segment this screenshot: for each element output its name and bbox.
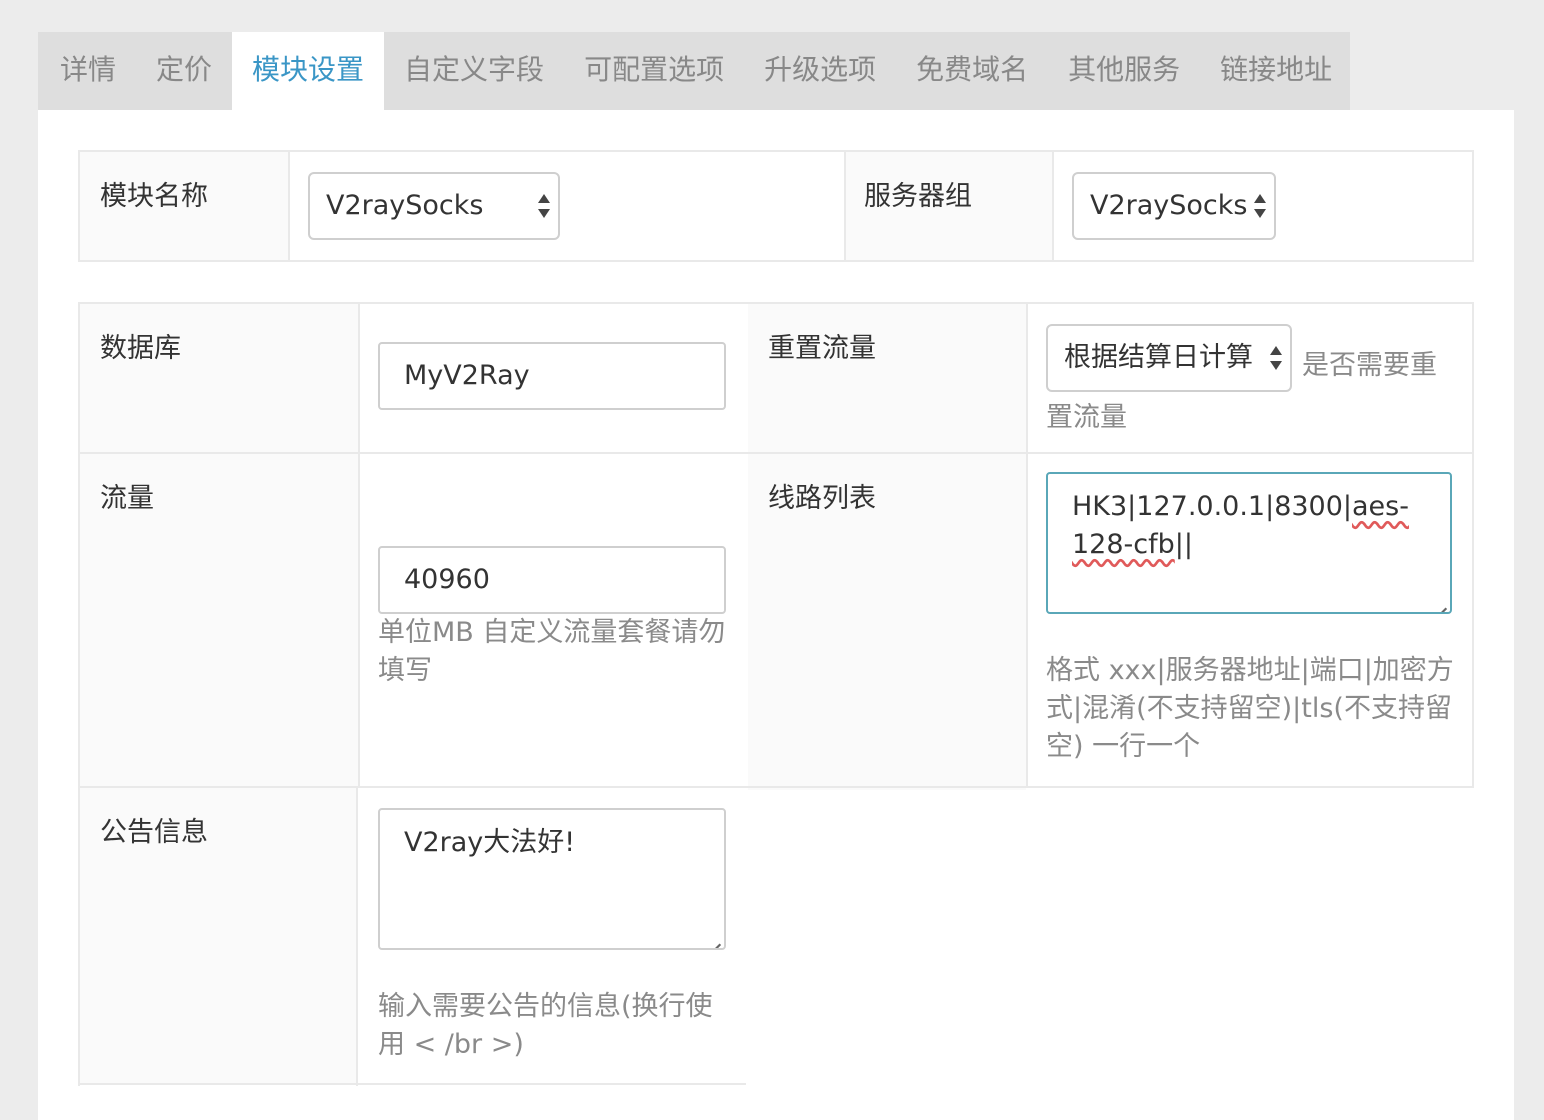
- tab-custom-fields[interactable]: 自定义字段: [384, 32, 564, 110]
- tab-upgrade-options[interactable]: 升级选项: [744, 32, 896, 110]
- notice-label: 公告信息: [100, 817, 208, 848]
- traffic-help: 单位MB 自定义流量套餐请勿填写: [378, 617, 726, 686]
- module-name-label: 模块名称: [100, 181, 208, 212]
- database-value: MyV2Ray: [404, 360, 530, 391]
- divider: [1052, 152, 1054, 260]
- traffic-value: 40960: [404, 564, 490, 595]
- tab-bar: 详情 定价 模块设置 自定义字段 可配置选项 升级选项 免费域名 其他服务 链接…: [38, 32, 1350, 110]
- tab-module-settings[interactable]: 模块设置: [232, 32, 385, 110]
- select-arrows-icon: [1254, 194, 1266, 218]
- divider: [356, 786, 358, 1086]
- tab-other-services[interactable]: 其他服务: [1048, 32, 1200, 110]
- tab-free-domain[interactable]: 免费域名: [896, 32, 1048, 110]
- divider: [844, 152, 846, 260]
- notice-label-cell: 公告信息: [80, 788, 356, 1084]
- notice-value: V2ray大法好!: [404, 827, 576, 858]
- divider: [78, 786, 80, 1086]
- tab-configurable-options[interactable]: 可配置选项: [564, 32, 744, 110]
- divider: [78, 1083, 746, 1085]
- server-group-value: V2raySocks: [1090, 190, 1248, 221]
- reset-label-cell: 重置流量: [748, 304, 1026, 452]
- divider: [1026, 304, 1028, 788]
- server-group-select[interactable]: V2raySocks: [1072, 172, 1276, 240]
- notice-help: 输入需要公告的信息(换行使用 < /br >): [378, 991, 713, 1060]
- divider: [80, 452, 1472, 454]
- database-label-cell: 数据库: [80, 304, 358, 452]
- resize-handle-icon[interactable]: [1433, 595, 1447, 609]
- module-name-value: V2raySocks: [326, 190, 484, 221]
- server-group-label: 服务器组: [864, 181, 972, 212]
- divider: [288, 152, 290, 260]
- resize-handle-icon[interactable]: [707, 931, 721, 945]
- module-name-select[interactable]: V2raySocks: [308, 172, 560, 240]
- traffic-label-cell: 流量: [80, 454, 358, 790]
- select-arrows-icon: [538, 194, 550, 218]
- divider: [358, 304, 360, 788]
- traffic-input[interactable]: 40960: [378, 546, 726, 614]
- tab-details[interactable]: 详情: [38, 32, 136, 110]
- routes-label-cell: 线路列表: [748, 454, 1026, 790]
- module-name-label-cell: 模块名称: [80, 152, 288, 260]
- database-input[interactable]: MyV2Ray: [378, 342, 726, 410]
- routes-label: 线路列表: [768, 483, 876, 514]
- routes-textarea[interactable]: HK3|127.0.0.1|8300|aes-128-cfb||: [1046, 472, 1452, 614]
- traffic-label: 流量: [100, 483, 154, 514]
- reset-traffic-help: 是否需要重置流量: [1046, 350, 1437, 433]
- tab-pricing[interactable]: 定价: [136, 32, 232, 110]
- server-group-label-cell: 服务器组: [844, 152, 1052, 260]
- reset-label: 重置流量: [768, 333, 876, 364]
- routes-value-part-3: ||: [1174, 529, 1193, 560]
- tab-links[interactable]: 链接地址: [1200, 32, 1352, 110]
- routes-value-part-1: HK3|127.0.0.1|8300|: [1072, 491, 1353, 522]
- routes-help: 格式 xxx|服务器地址|端口|加密方式|混淆(不支持留空)|tls(不支持留空…: [1046, 655, 1454, 762]
- database-label: 数据库: [100, 333, 181, 364]
- notice-textarea[interactable]: V2ray大法好!: [378, 808, 726, 950]
